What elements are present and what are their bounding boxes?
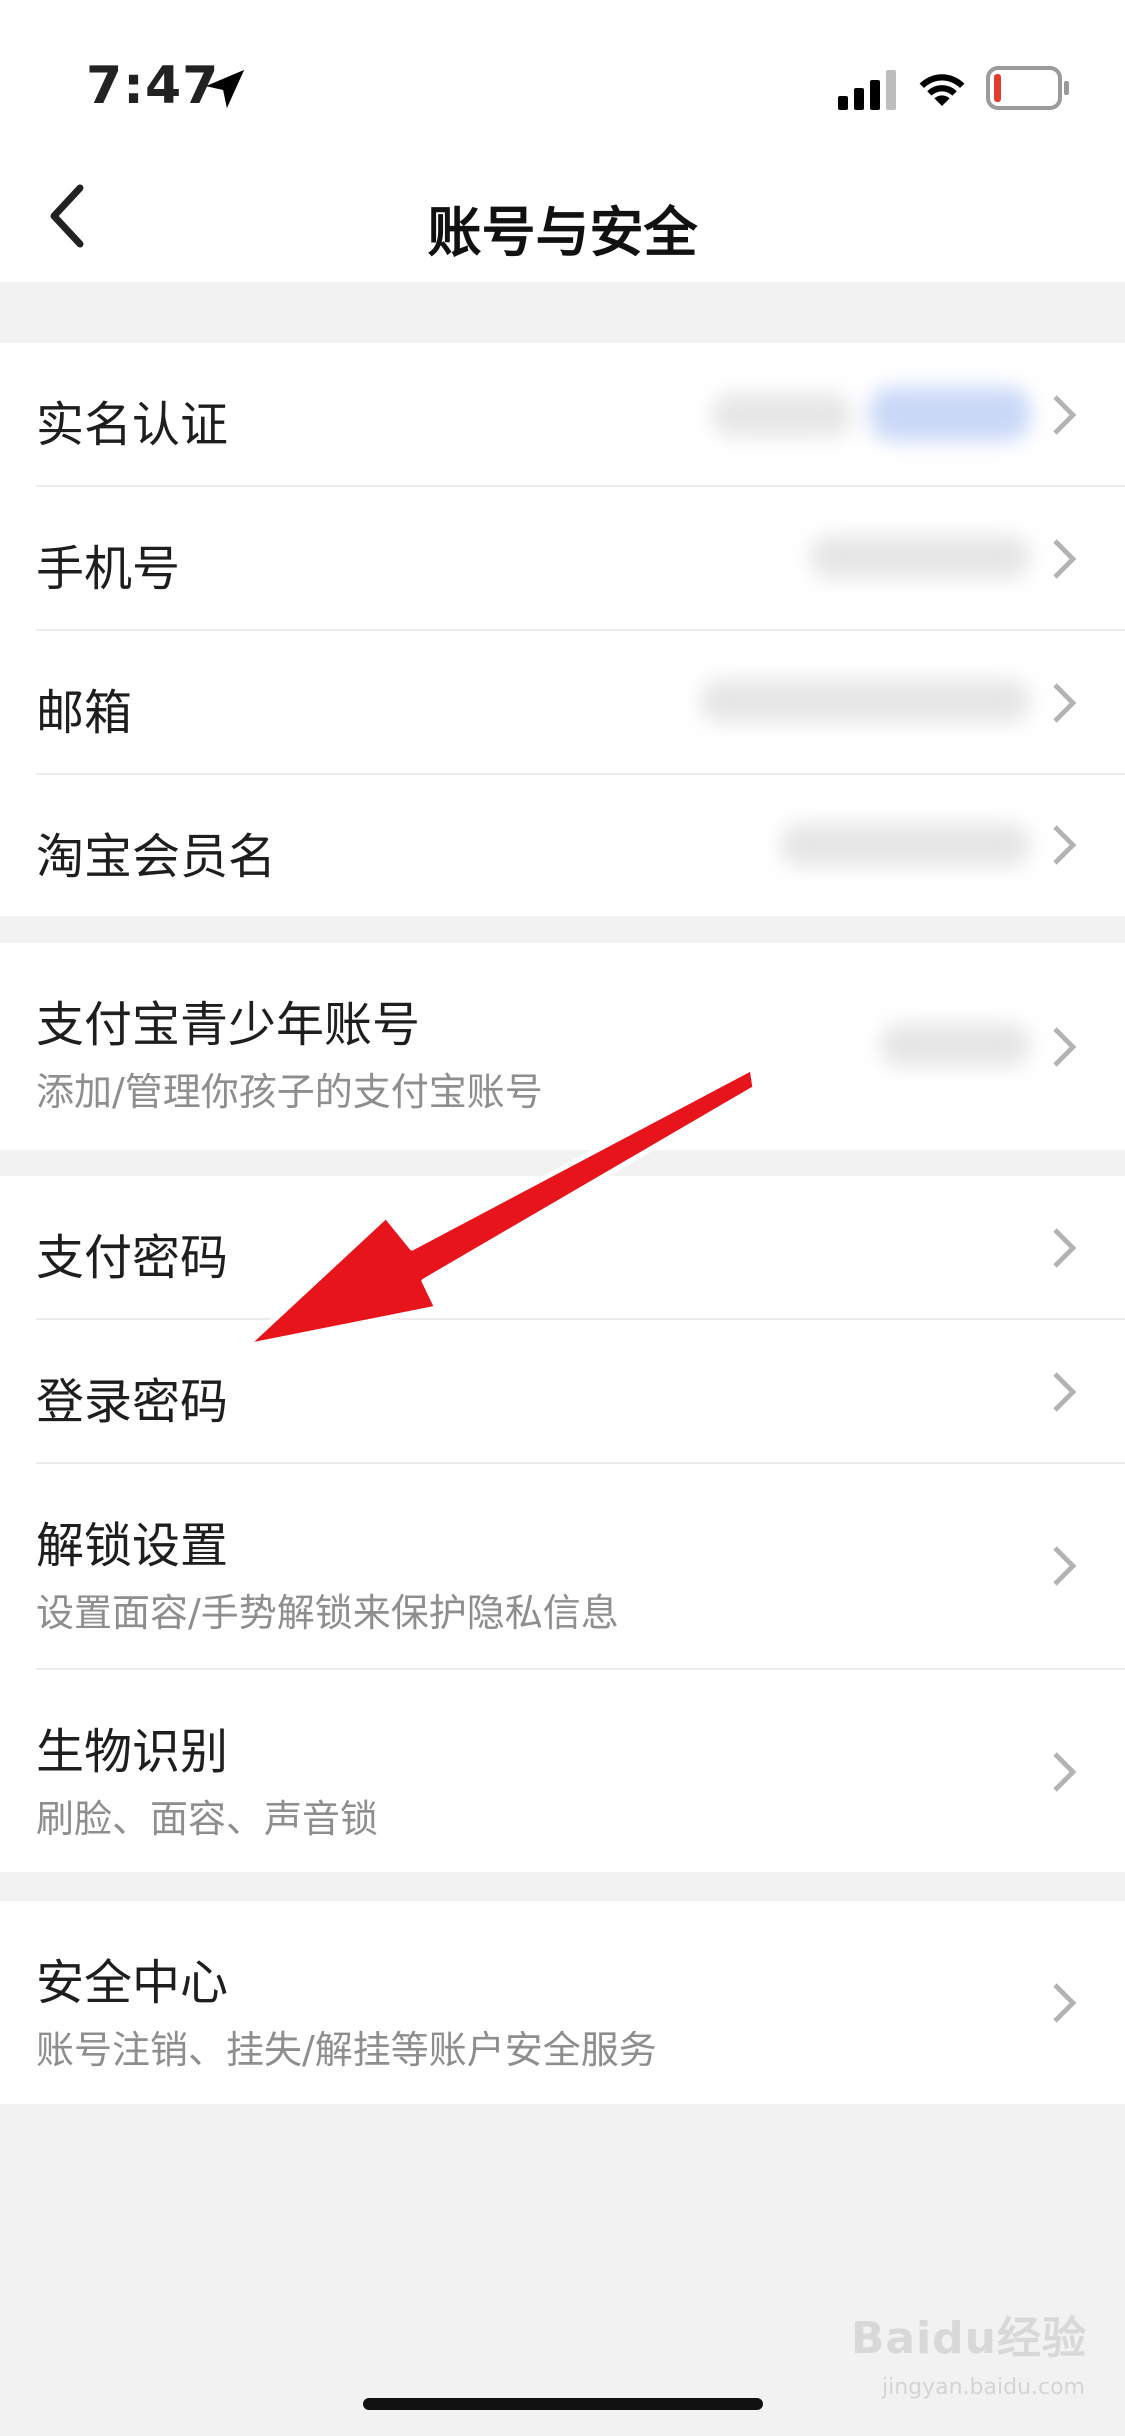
home-indicator — [363, 2398, 763, 2410]
chevron-right-icon — [1053, 539, 1077, 579]
list-item-email[interactable]: 邮箱 — [0, 631, 1125, 775]
status-bar: 7:47 — [0, 0, 1125, 150]
list-item-biometrics[interactable]: 生物识别 刷脸、面容、声音锁 — [0, 1670, 1125, 1872]
chevron-right-icon — [1053, 1228, 1077, 1268]
list-item-payment-password[interactable]: 支付密码 — [0, 1176, 1125, 1320]
blurred-value — [880, 1023, 1030, 1067]
security-center-group: 安全中心 账号注销、挂失/解挂等账户安全服务 — [0, 1901, 1125, 2104]
list-item-subtitle: 刷脸、面容、声音锁 — [36, 1797, 379, 1841]
location-arrow-icon — [205, 69, 245, 109]
baidu-watermark: Baidu经验 — [850, 2313, 1087, 2364]
list-item-label: 手机号 — [36, 541, 181, 597]
list-item-phone[interactable]: 手机号 — [0, 487, 1125, 631]
list-item-subtitle: 设置面容/手势解锁来保护隐私信息 — [36, 1591, 619, 1635]
nav-bar: 账号与安全 — [0, 150, 1125, 282]
blurred-badge — [870, 387, 1030, 441]
list-item-label: 支付宝青少年账号 — [36, 997, 421, 1053]
chevron-right-icon — [1053, 683, 1077, 723]
blurred-value — [700, 679, 1030, 723]
security-settings-group: 支付密码 登录密码 解锁设置 设置面容/手势解锁来保护隐私信息 生物识别 刷脸、… — [0, 1176, 1125, 1872]
list-item-teen-account[interactable]: 支付宝青少年账号 添加/管理你孩子的支付宝账号 — [0, 943, 1125, 1150]
list-item-taobao-name[interactable]: 淘宝会员名 — [0, 775, 1125, 916]
list-item-label: 支付密码 — [36, 1230, 229, 1286]
chevron-right-icon — [1053, 1752, 1077, 1792]
account-info-group: 实名认证 手机号 邮箱 淘宝会员名 — [0, 343, 1125, 916]
list-item-subtitle: 账号注销、挂失/解挂等账户安全服务 — [36, 2028, 657, 2072]
list-item-unlock-settings[interactable]: 解锁设置 设置面容/手势解锁来保护隐私信息 — [0, 1464, 1125, 1670]
chevron-right-icon — [1053, 1983, 1077, 2023]
status-time: 7:47 — [86, 56, 220, 116]
chevron-right-icon — [1053, 825, 1077, 865]
page-title: 账号与安全 — [427, 201, 698, 264]
blurred-value — [810, 535, 1030, 579]
list-item-label: 登录密码 — [36, 1374, 229, 1430]
list-item-label: 实名认证 — [36, 397, 229, 453]
chevron-right-icon — [1053, 1546, 1077, 1586]
battery-low-icon — [986, 66, 1069, 110]
list-item-security-center[interactable]: 安全中心 账号注销、挂失/解挂等账户安全服务 — [0, 1901, 1125, 2104]
blurred-value — [780, 823, 1030, 867]
blurred-value — [712, 393, 852, 437]
wifi-icon — [919, 74, 965, 106]
teen-account-group: 支付宝青少年账号 添加/管理你孩子的支付宝账号 — [0, 943, 1125, 1150]
cellular-signal-icon — [838, 70, 896, 110]
baidu-watermark-url: jingyan.baidu.com — [881, 2375, 1085, 2400]
chevron-right-icon — [1053, 1372, 1077, 1412]
list-item-real-name[interactable]: 实名认证 — [0, 343, 1125, 487]
list-item-login-password[interactable]: 登录密码 — [0, 1320, 1125, 1464]
list-item-label: 淘宝会员名 — [36, 829, 277, 885]
list-item-label: 解锁设置 — [36, 1518, 229, 1574]
list-item-label: 生物识别 — [36, 1724, 229, 1780]
chevron-right-icon — [1053, 395, 1077, 435]
list-item-label: 邮箱 — [36, 685, 133, 741]
list-item-label: 安全中心 — [36, 1955, 229, 2011]
chevron-right-icon — [1053, 1027, 1077, 1067]
list-item-subtitle: 添加/管理你孩子的支付宝账号 — [36, 1070, 543, 1114]
